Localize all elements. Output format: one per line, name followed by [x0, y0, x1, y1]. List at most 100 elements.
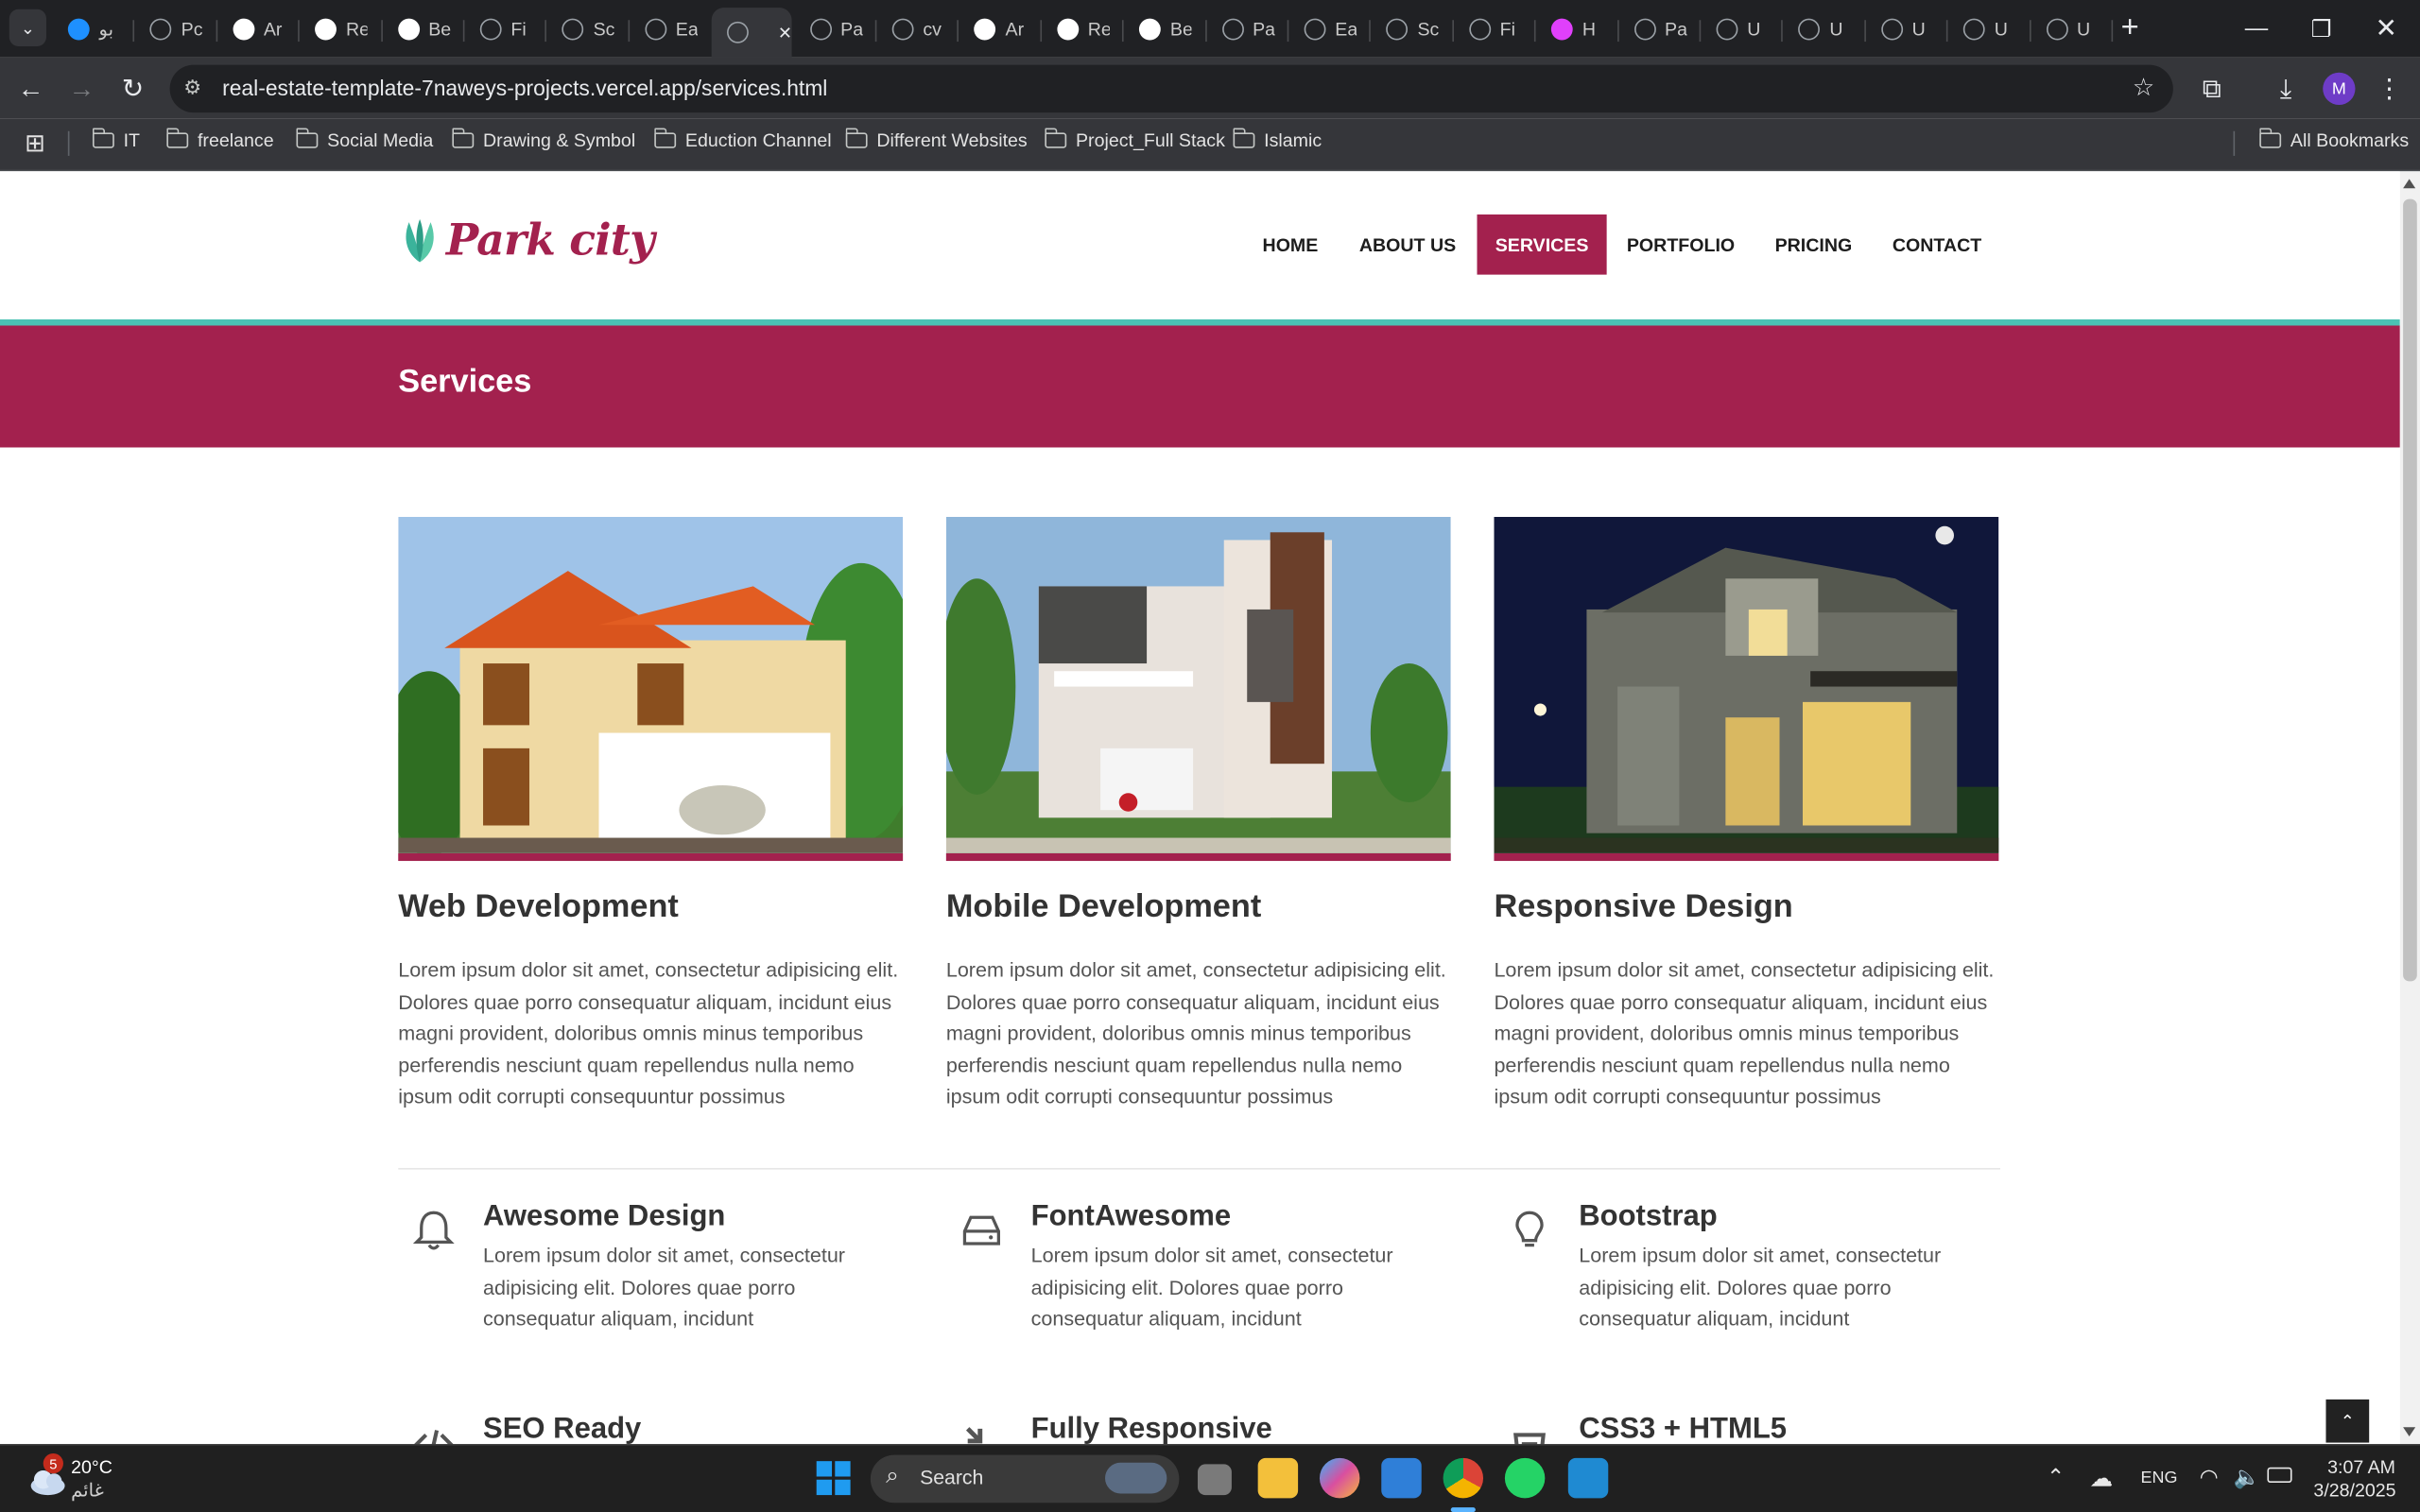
task-view-icon[interactable]: [1197, 1464, 1232, 1496]
active-app-indicator: [1450, 1507, 1476, 1512]
logo[interactable]: Park city: [400, 215, 655, 266]
browser-tab[interactable]: Be: [1124, 9, 1206, 49]
close-tab-icon[interactable]: ✕: [778, 23, 792, 43]
folder-icon: [1232, 128, 1255, 148]
browser-tab[interactable]: U: [1783, 9, 1865, 49]
scroll-down-arrow-icon[interactable]: [2403, 1427, 2416, 1437]
scroll-up-arrow-icon[interactable]: [2403, 179, 2416, 189]
tray-chevron-icon[interactable]: ⌃: [2047, 1464, 2065, 1490]
reload-button[interactable]: ↻: [112, 69, 152, 109]
back-button[interactable]: ←: [10, 69, 50, 109]
language-indicator[interactable]: ENG: [2141, 1469, 2178, 1487]
file-explorer-icon[interactable]: [1257, 1457, 1299, 1499]
bookmark-folder[interactable]: IT: [92, 128, 140, 151]
tiktok-icon: [1139, 18, 1162, 41]
bookmark-folder[interactable]: Social Media: [295, 128, 433, 151]
nav-services[interactable]: SERVICES: [1477, 214, 1607, 275]
vscode-icon[interactable]: [1567, 1457, 1609, 1499]
site-info-icon[interactable]: ⚙: [183, 76, 201, 100]
browser-tab[interactable]: Sc: [547, 9, 630, 49]
browser-tab[interactable]: ✕: [711, 8, 792, 58]
menu-icon[interactable]: ⋮: [2369, 69, 2409, 109]
bookmark-folder[interactable]: Different Websites: [844, 128, 1028, 151]
back-to-top-button[interactable]: ⌃: [2325, 1399, 2370, 1443]
browser-tab[interactable]: H: [1536, 9, 1618, 49]
browser-tab[interactable]: Ar: [217, 9, 300, 49]
browser-tab[interactable]: Pa: [1618, 9, 1701, 49]
bookmark-folder[interactable]: freelance: [165, 128, 274, 151]
browser-tab[interactable]: Fi: [464, 9, 546, 49]
bookmark-label: Project_Full Stack: [1075, 129, 1225, 152]
battery-icon[interactable]: [2267, 1467, 2292, 1484]
browser-tab[interactable]: Pa: [794, 9, 876, 49]
all-bookmarks-folder[interactable]: All Bookmarks: [2258, 128, 2409, 151]
card-title: Responsive Design: [1494, 888, 1793, 924]
extensions-icon[interactable]: ⧉: [2191, 69, 2231, 109]
browser-tab[interactable]: Pa: [1206, 9, 1288, 49]
downloads-icon[interactable]: ⤓: [2266, 69, 2306, 109]
hdd-icon: [962, 1215, 1000, 1246]
volume-icon[interactable]: 🔈: [2234, 1464, 2260, 1490]
tab-title: Re: [1087, 18, 1110, 41]
tab-search-button[interactable]: ⌄: [9, 9, 46, 46]
forward-button[interactable]: →: [61, 69, 101, 109]
whatsapp-icon[interactable]: [1504, 1457, 1546, 1499]
address-bar[interactable]: ⚙ real-estate-template-7naweys-projects.…: [169, 64, 2173, 113]
page-banner: Services: [0, 325, 2400, 448]
scroll-thumb[interactable]: [2403, 198, 2417, 982]
card-title: Web Development: [398, 888, 679, 924]
browser-tab[interactable]: Re: [1042, 9, 1124, 49]
feature-item: Bootstrap Lorem ipsum dolor sit amet, co…: [1515, 1200, 2042, 1335]
nav-pricing[interactable]: PRICING: [1763, 215, 1865, 275]
url-text[interactable]: real-estate-template-7naweys-projects.ve…: [222, 76, 827, 100]
bookmark-folder[interactable]: Islamic: [1232, 128, 1322, 151]
restore-button[interactable]: ❐: [2288, 0, 2356, 57]
nav-about-us[interactable]: ABOUT US: [1347, 215, 1467, 275]
onedrive-icon[interactable]: ☁: [2090, 1464, 2113, 1492]
browser-tab[interactable]: بو: [53, 9, 135, 49]
browser-tab[interactable]: Ea: [1288, 9, 1371, 49]
browser-tab[interactable]: cv: [876, 9, 959, 49]
tab-title: بو: [98, 18, 114, 41]
feature-item: FontAwesome Lorem ipsum dolor sit amet, …: [962, 1200, 1495, 1335]
clock-date[interactable]: 3/28/2025: [2313, 1480, 2395, 1502]
taskbar-search[interactable]: ⌕ Search: [870, 1454, 1180, 1503]
bookmark-star-icon[interactable]: ☆: [2133, 73, 2154, 104]
copilot-icon[interactable]: [1319, 1457, 1360, 1499]
browser-tab[interactable]: Be: [382, 9, 464, 49]
start-button[interactable]: [816, 1461, 851, 1496]
profile-avatar[interactable]: M: [2323, 72, 2356, 106]
bookmarks-divider: [67, 130, 70, 156]
weather-widget[interactable]: 5 20°C غائم: [25, 1453, 148, 1506]
clock-time[interactable]: 3:07 AM: [2327, 1456, 2395, 1478]
bookmark-folder[interactable]: Drawing & Symbol: [451, 128, 635, 151]
store-icon[interactable]: [1381, 1457, 1422, 1499]
apps-icon[interactable]: ⊞: [25, 129, 45, 160]
browser-tab[interactable]: U: [1866, 9, 1948, 49]
browser-tab[interactable]: U: [1701, 9, 1783, 49]
bookmark-folder[interactable]: Eduction Channel: [653, 128, 832, 151]
nav-contact[interactable]: CONTACT: [1876, 215, 1996, 275]
tab-title: Pa: [1253, 18, 1274, 41]
browser-tab[interactable]: Pc: [135, 9, 217, 49]
tab-strip: ⌄ بو Pc Ar Re Be Fi Sc Ea ✕ Pa cv Ar Re Be Pa Ea Sc Fi H Pa…: [0, 0, 2420, 58]
chrome-icon[interactable]: [1443, 1457, 1484, 1499]
bookmark-folder[interactable]: Project_Full Stack: [1044, 128, 1225, 152]
browser-tab[interactable]: Ar: [959, 9, 1042, 49]
browser-tab[interactable]: U: [1948, 9, 2031, 49]
minimize-button[interactable]: —: [2222, 0, 2290, 57]
browser-tab[interactable]: Re: [300, 9, 382, 49]
close-window-button[interactable]: ✕: [2352, 0, 2420, 57]
browser-tab[interactable]: Sc: [1371, 9, 1453, 49]
tab-title: Re: [346, 18, 368, 41]
nav-portfolio[interactable]: PORTFOLIO: [1613, 215, 1749, 275]
wifi-icon[interactable]: ◠: [2200, 1464, 2219, 1490]
browser-tab[interactable]: Ea: [630, 9, 712, 49]
page-scrollbar[interactable]: [2399, 171, 2420, 1445]
feature-item: Fully Responsive: [965, 1414, 1495, 1444]
browser-tab[interactable]: Fi: [1454, 9, 1536, 49]
nav-home[interactable]: HOME: [1244, 215, 1337, 275]
card-title: Mobile Development: [945, 888, 1262, 924]
new-tab-button[interactable]: +: [2096, 0, 2164, 57]
feature-text: Lorem ipsum dolor sit amet, consectetur …: [1579, 1243, 1942, 1331]
